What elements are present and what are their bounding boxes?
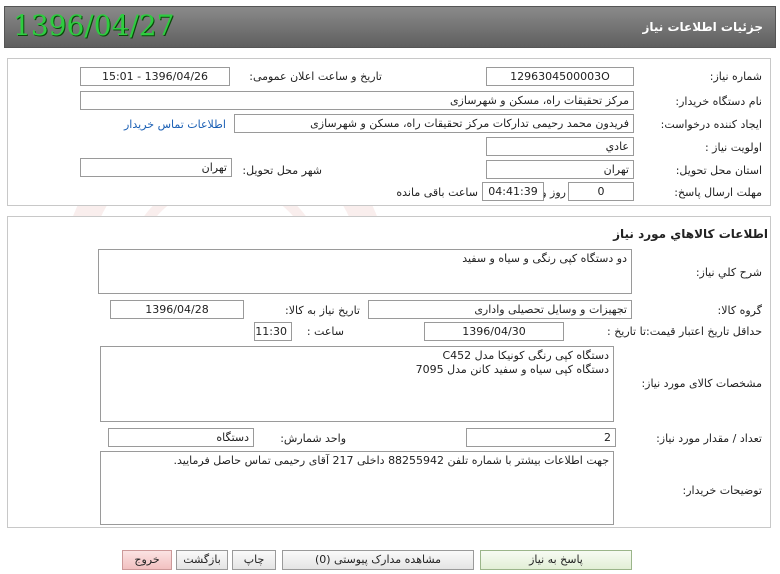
city-field[interactable]: تهران [80,158,232,177]
need-number-label: شماره نیاز: [709,70,762,83]
province-label: استان محل تحویل: [675,164,762,177]
need-number-field[interactable]: 1296304500003O [486,67,634,86]
deadline-label: مهلت ارسال پاسخ: [674,186,762,199]
requester-label: ایجاد کننده درخواست: [660,118,762,131]
deadline-days-field[interactable]: 0 [568,182,634,201]
to-date-field[interactable]: 1396/04/30 [424,322,564,341]
page-header: جزئیات اطلاعات نیاز 1396/04/27 [4,6,776,48]
buyer-contact-link[interactable]: اطلاعات تماس خریدار [124,118,226,131]
need-date-label: تاریخ نیاز به کالا: [285,304,360,317]
group-field[interactable]: تجهیزات و وسایل تحصیلی واداری [368,300,632,319]
attachments-button[interactable]: مشاهده مدارک پیوستی (0) [282,550,474,570]
buyer-notes-label: توضیحات خریدار: [682,484,763,497]
specs-line-2: دستگاه کپی سیاه و سفید کانن مدل 7095 [415,363,609,376]
group-label: گروه کالا: [717,304,762,317]
exit-button[interactable]: خروج [122,550,172,570]
buyer-org-label: نام دستگاه خریدار: [675,95,762,108]
requester-field[interactable]: فریدون محمد رحیمی تدارکات مرکز تحقیقات ر… [234,114,634,133]
back-button[interactable]: بازگشت [176,550,228,570]
announce-field[interactable]: 1396/04/26 - 15:01 [80,67,230,86]
specs-label: مشخصات کالای مورد نیاز: [641,377,762,390]
priority-label: اولویت نیاز : [704,141,762,154]
days-label: روز و [541,186,566,199]
province-field[interactable]: تهران [486,160,634,179]
summary-label: شرح کلي نياز: [695,266,762,279]
buyer-org-field[interactable]: مرکز تحقیقات راه، مسکن و شهرسازی [80,91,634,110]
specs-line-1: دستگاه کپی رنگی کونیکا مدل C452 [442,349,609,362]
unit-field[interactable]: دستگاه [108,428,254,447]
buyer-notes-field[interactable]: جهت اطلاعات بیشتر با شماره تلفن 88255942… [100,451,614,525]
announce-label: تاریخ و ساعت اعلان عمومی: [249,70,382,83]
quantity-label: تعداد / مقدار مورد نیاز: [656,432,762,445]
time-label: ساعت : [306,325,344,338]
goods-section-title: اطلاعات کالاهاي مورد نياز [613,227,768,241]
summary-field[interactable]: دو دستگاه کپی رنگی و سیاه و سفید [98,249,632,294]
unit-label: واحد شمارش: [280,432,346,445]
need-date-field[interactable]: 1396/04/28 [110,300,244,319]
header-date: 1396/04/27 [13,9,175,42]
deadline-time-field[interactable]: 04:41:39 [482,182,544,201]
city-label: شهر محل تحویل: [242,164,322,177]
respond-button[interactable]: پاسخ به نیاز [480,550,632,570]
to-date-label: تا تاریخ : [607,325,646,338]
validity-label: حداقل تاريخ اعتبار قيمت: [646,325,762,338]
print-button[interactable]: چاپ [232,550,276,570]
specs-field[interactable]: دستگاه کپی رنگی کونیکا مدل C452 دستگاه ک… [100,346,614,422]
priority-field[interactable]: عادي [486,137,634,156]
time-field[interactable]: 11:30 [254,322,292,341]
page-title: جزئیات اطلاعات نیاز [642,20,763,34]
remaining-label: ساعت باقی مانده [396,186,478,199]
quantity-field[interactable]: 2 [466,428,616,447]
